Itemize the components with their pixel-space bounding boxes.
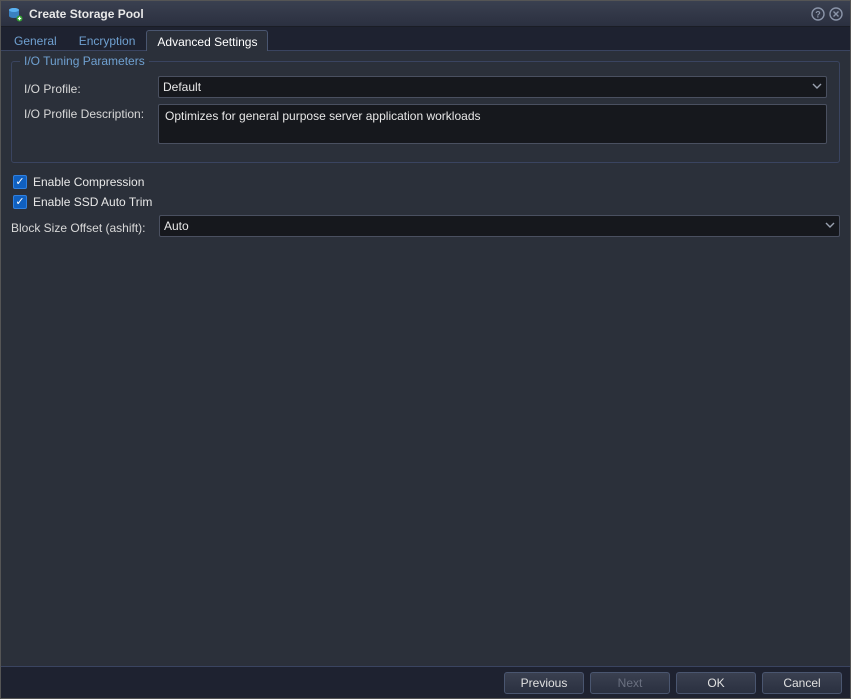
checkbox-checked-icon: ✓ <box>13 195 27 209</box>
next-button[interactable]: Next <box>590 672 670 694</box>
block-size-offset-value: Auto <box>164 219 825 233</box>
dialog-footer: Previous Next OK Cancel <box>1 666 850 698</box>
svg-text:?: ? <box>815 9 821 19</box>
storage-pool-icon <box>7 6 23 22</box>
io-tuning-fieldset: I/O Tuning Parameters I/O Profile: Defau… <box>11 61 840 163</box>
enable-ssd-auto-trim-label: Enable SSD Auto Trim <box>33 195 152 209</box>
block-size-offset-label: Block Size Offset (ashift): <box>11 218 153 235</box>
io-tuning-legend: I/O Tuning Parameters <box>20 54 149 68</box>
tab-content: I/O Tuning Parameters I/O Profile: Defau… <box>1 51 850 666</box>
tab-general[interactable]: General <box>3 29 68 50</box>
io-profile-value: Default <box>163 80 812 94</box>
io-profile-label: I/O Profile: <box>24 79 152 96</box>
ok-button[interactable]: OK <box>676 672 756 694</box>
help-icon[interactable]: ? <box>810 6 826 22</box>
dialog-window: Create Storage Pool ? General Encryption… <box>0 0 851 699</box>
tab-encryption[interactable]: Encryption <box>68 29 147 50</box>
checkbox-checked-icon: ✓ <box>13 175 27 189</box>
cancel-button[interactable]: Cancel <box>762 672 842 694</box>
previous-button[interactable]: Previous <box>504 672 584 694</box>
io-profile-select[interactable]: Default <box>158 76 827 98</box>
tabstrip: General Encryption Advanced Settings <box>1 27 850 51</box>
close-icon[interactable] <box>828 6 844 22</box>
titlebar: Create Storage Pool ? <box>1 1 850 27</box>
tab-advanced-settings[interactable]: Advanced Settings <box>146 30 268 51</box>
chevron-down-icon <box>812 80 822 94</box>
enable-ssd-auto-trim-checkbox[interactable]: ✓ Enable SSD Auto Trim <box>11 195 840 209</box>
chevron-down-icon <box>825 219 835 233</box>
enable-compression-checkbox[interactable]: ✓ Enable Compression <box>11 175 840 189</box>
enable-compression-label: Enable Compression <box>33 175 144 189</box>
block-size-offset-select[interactable]: Auto <box>159 215 840 237</box>
io-profile-description: Optimizes for general purpose server app… <box>158 104 827 144</box>
window-title: Create Storage Pool <box>29 7 810 21</box>
io-profile-description-label: I/O Profile Description: <box>24 104 152 121</box>
